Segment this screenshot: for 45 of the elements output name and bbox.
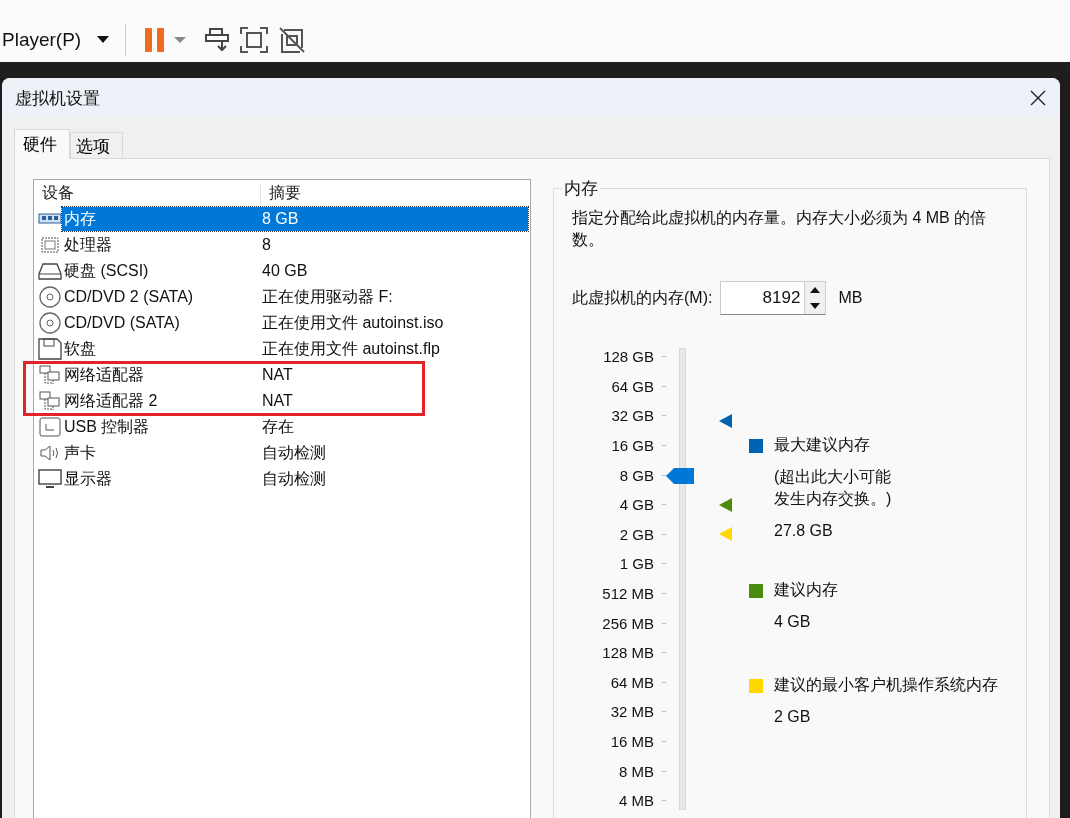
- memory-spinbox[interactable]: 8192: [720, 281, 827, 315]
- tick-label: 32 MB: [610, 703, 654, 721]
- legend-value: 4 GB: [774, 613, 812, 631]
- field-label: 此虚拟机的内存(M):: [572, 287, 713, 308]
- device-row[interactable]: 网络适配器 2 NAT: [62, 389, 528, 413]
- column-header[interactable]: 设备: [34, 182, 261, 204]
- tick-label: 256 MB: [602, 614, 654, 632]
- legend-label: 最大建议内存: [774, 435, 870, 455]
- tick-label: 128 MB: [602, 644, 654, 662]
- legend-value: 2 GB: [774, 708, 812, 726]
- device-row[interactable]: 显示器 自动检测: [62, 467, 528, 491]
- device-row[interactable]: CD/DVD 2 (SATA) 正在使用驱动器 F:: [62, 285, 528, 309]
- player-menu[interactable]: Player(P): [2, 29, 82, 51]
- tick-label: 16 MB: [610, 733, 654, 750]
- tick-label: 4 MB: [619, 792, 654, 810]
- tick-label: 2 GB: [619, 525, 654, 543]
- legend-label: 建议内存: [774, 580, 838, 600]
- tick-label: 64 MB: [610, 673, 654, 691]
- group-title: 内存: [562, 177, 600, 200]
- device-row[interactable]: CD/DVD (SATA) 正在使用文件 autoinst.iso: [62, 311, 528, 335]
- tick-label: 4 GB: [619, 496, 654, 514]
- tick-label: 8 MB: [619, 762, 654, 780]
- description: 指定分配给此虚拟机的内存量。内存大小必须为 4 MB 的倍数。: [572, 208, 988, 250]
- device-row[interactable]: 内存 8 GB: [62, 207, 528, 231]
- device-row[interactable]: 软盘 正在使用文件 autoinst.flp: [62, 337, 528, 361]
- device-row[interactable]: 硬盘 (SCSI) 40 GB: [62, 259, 528, 283]
- unit-label: MB: [838, 289, 863, 307]
- tick-label: 16 GB: [611, 437, 654, 455]
- tick-label: 32 GB: [611, 407, 654, 425]
- tick-label: 128 GB: [603, 348, 654, 366]
- dialog-title: 虚拟机设置: [15, 87, 100, 110]
- legend-label: 建议的最小客户机操作系统内存: [774, 675, 998, 695]
- tick-label: 64 GB: [611, 377, 654, 395]
- tick-label: 8 GB: [619, 466, 654, 484]
- tick-label: 512 MB: [602, 585, 654, 603]
- tick-label: 1 GB: [619, 555, 654, 573]
- legend-note: (超出此大小可能发生内存交换。): [774, 467, 893, 509]
- device-row[interactable]: 网络适配器 NAT: [62, 363, 528, 387]
- column-header[interactable]: 摘要: [261, 182, 301, 204]
- tab[interactable]: 选项: [70, 132, 123, 158]
- legend-value: 27.8 GB: [774, 522, 834, 540]
- tab[interactable]: 硬件: [14, 129, 70, 159]
- device-row[interactable]: 处理器 8: [62, 233, 528, 257]
- device-row[interactable]: USB 控制器 存在: [62, 415, 528, 439]
- device-row[interactable]: 声卡 自动检测: [62, 441, 528, 465]
